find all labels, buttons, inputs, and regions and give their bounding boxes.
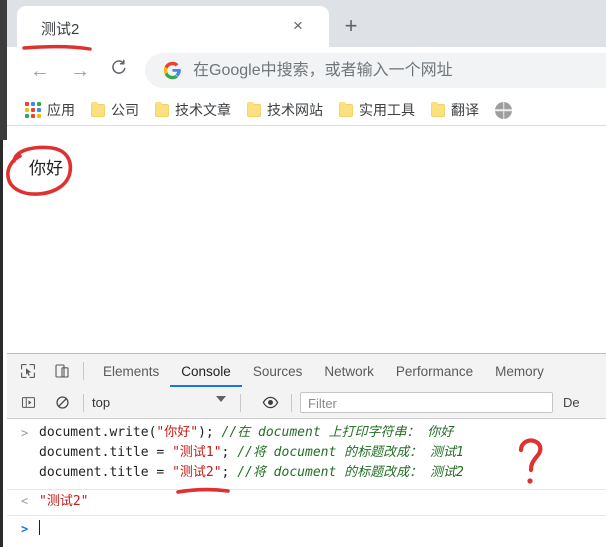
bookmarks-bar: 应用 公司 技术文章 技术网站 实用工具 翻译 (7, 94, 606, 126)
console-context-selector[interactable]: top (92, 392, 232, 414)
console-command-lines: > document.write("你好"); //在 document 上打印字… (7, 423, 606, 483)
console-toolbar: top Filter De (7, 387, 606, 419)
console-command-line: document.title = "测试2"; //将 document 的标题… (7, 463, 606, 483)
page-viewport: 你好 (7, 126, 606, 353)
back-arrow-icon[interactable]: ← (25, 56, 55, 86)
folder-icon (431, 101, 445, 117)
console-token-string: "测试1" (172, 445, 222, 460)
console-token-comment: //将 document 的标题改成： 测试2 (237, 465, 464, 480)
device-toolbar-icon-svg (55, 363, 69, 378)
bookmark-item[interactable]: 实用工具 (339, 100, 415, 120)
clear-console-icon[interactable] (49, 390, 75, 416)
console-token-plain: document.write( (39, 425, 157, 440)
console-result-value: "测试2" (39, 494, 89, 509)
console-token-string: "测试2" (172, 465, 222, 480)
console-context-label: top (92, 395, 111, 410)
console-token-comment: //将 document 的标题改成： 测试1 (237, 445, 464, 460)
folder-icon (247, 101, 261, 117)
bookmark-item[interactable] (495, 101, 512, 119)
toolbar-divider (83, 361, 84, 380)
console-token-plain: ; (221, 465, 238, 480)
clear-console-icon-svg (55, 396, 69, 409)
console-toolbar-divider (83, 393, 84, 412)
bookmark-label: 技术网站 (267, 102, 323, 118)
forward-arrow-icon[interactable]: → (65, 56, 95, 86)
bookmark-label: 应用 (47, 102, 75, 118)
devtools-tab-memory[interactable]: Memory (484, 355, 555, 387)
device-toolbar-icon[interactable] (49, 358, 75, 384)
devtools-panel: Elements Console Sources Network Performance… (7, 354, 606, 547)
close-icon[interactable]: × (289, 17, 307, 35)
eye-icon-svg (262, 396, 278, 409)
tab-title: 测试2 (41, 21, 80, 38)
console-prompt-row[interactable]: > (7, 516, 606, 542)
console-toolbar-divider-2 (240, 393, 241, 412)
devtools-tab-elements[interactable]: Elements (92, 355, 170, 387)
bookmark-item[interactable]: 技术文章 (155, 100, 231, 120)
console-result-row: < "测试2" (7, 490, 606, 513)
command-arrow-icon: > (21, 426, 29, 440)
chevron-down-icon (216, 395, 226, 402)
browser-toolbar: ← → 在Google中搜索，或者输入一个网址 (7, 47, 606, 94)
result-arrow-icon: < (21, 494, 29, 508)
console-toolbar-divider-3 (291, 393, 292, 412)
folder-icon (155, 101, 169, 117)
console-token-comment: //在 document 上打印字符串： 你好 (221, 425, 454, 440)
folder-icon (91, 101, 105, 117)
console-token-plain: document.title = (39, 445, 173, 460)
console-command-line: > document.write("你好"); //在 document 上打印字… (7, 423, 606, 443)
browser-window: 测试2 × + ← → 在Google中搜索，或者输入一个网址 应用 公司 技术文章… (0, 0, 606, 547)
new-tab-icon[interactable]: + (338, 13, 364, 39)
console-token-plain: ; (221, 445, 238, 460)
console-sidebar-icon[interactable] (15, 390, 41, 416)
page-body-text: 你好 (29, 159, 63, 179)
google-g-icon (163, 61, 181, 80)
devtools-tab-sources[interactable]: Sources (242, 355, 314, 387)
bookmark-item[interactable]: 应用 (25, 100, 75, 120)
live-expression-eye-icon[interactable] (257, 390, 283, 416)
console-output-area[interactable]: > document.write("你好"); //在 document 上打印字… (7, 419, 606, 547)
console-token-plain: document.title = (39, 465, 173, 480)
prompt-arrow-icon: > (21, 522, 29, 536)
address-bar[interactable]: 在Google中搜索，或者输入一个网址 (145, 53, 606, 88)
text-caret (39, 520, 40, 535)
console-sidebar-icon-svg (21, 397, 35, 408)
inspect-cursor-icon-svg (21, 363, 35, 378)
console-token-plain: ); (198, 425, 222, 440)
inspect-cursor-icon[interactable] (15, 358, 41, 384)
devtools-tab-network[interactable]: Network (313, 355, 385, 387)
console-input-group: > document.write("你好"); //在 document 上打印字… (7, 419, 606, 487)
address-bar-placeholder: 在Google中搜索，或者输入一个网址 (193, 62, 453, 79)
bookmark-item[interactable]: 技术网站 (247, 100, 323, 120)
reload-icon[interactable] (104, 56, 134, 86)
window-left-edge-dark (0, 0, 7, 140)
bookmark-label: 公司 (111, 102, 139, 118)
tab-strip: 测试2 × + (7, 0, 606, 47)
globe-icon (495, 101, 512, 119)
bookmark-label: 实用工具 (359, 102, 415, 118)
folder-icon (339, 101, 353, 117)
bookmark-label: 技术文章 (175, 102, 231, 118)
bookmark-label: 翻译 (451, 102, 479, 118)
console-command-line: document.title = "测试1"; //将 document 的标题… (7, 443, 606, 463)
browser-tab-active[interactable]: 测试2 × (17, 6, 329, 47)
reload-icon-svg (112, 59, 126, 74)
console-token-string: "你好" (156, 425, 199, 440)
devtools-tab-performance[interactable]: Performance (385, 355, 484, 387)
bookmark-item[interactable]: 公司 (91, 100, 139, 120)
bookmark-item[interactable]: 翻译 (431, 100, 479, 120)
apps-grid-icon (25, 102, 41, 118)
devtools-tab-console[interactable]: Console (170, 355, 242, 387)
devtools-tabbar: Elements Console Sources Network Performance… (7, 354, 606, 388)
console-filter-input[interactable]: Filter (300, 392, 553, 413)
console-log-levels-dropdown[interactable]: De (563, 395, 580, 410)
